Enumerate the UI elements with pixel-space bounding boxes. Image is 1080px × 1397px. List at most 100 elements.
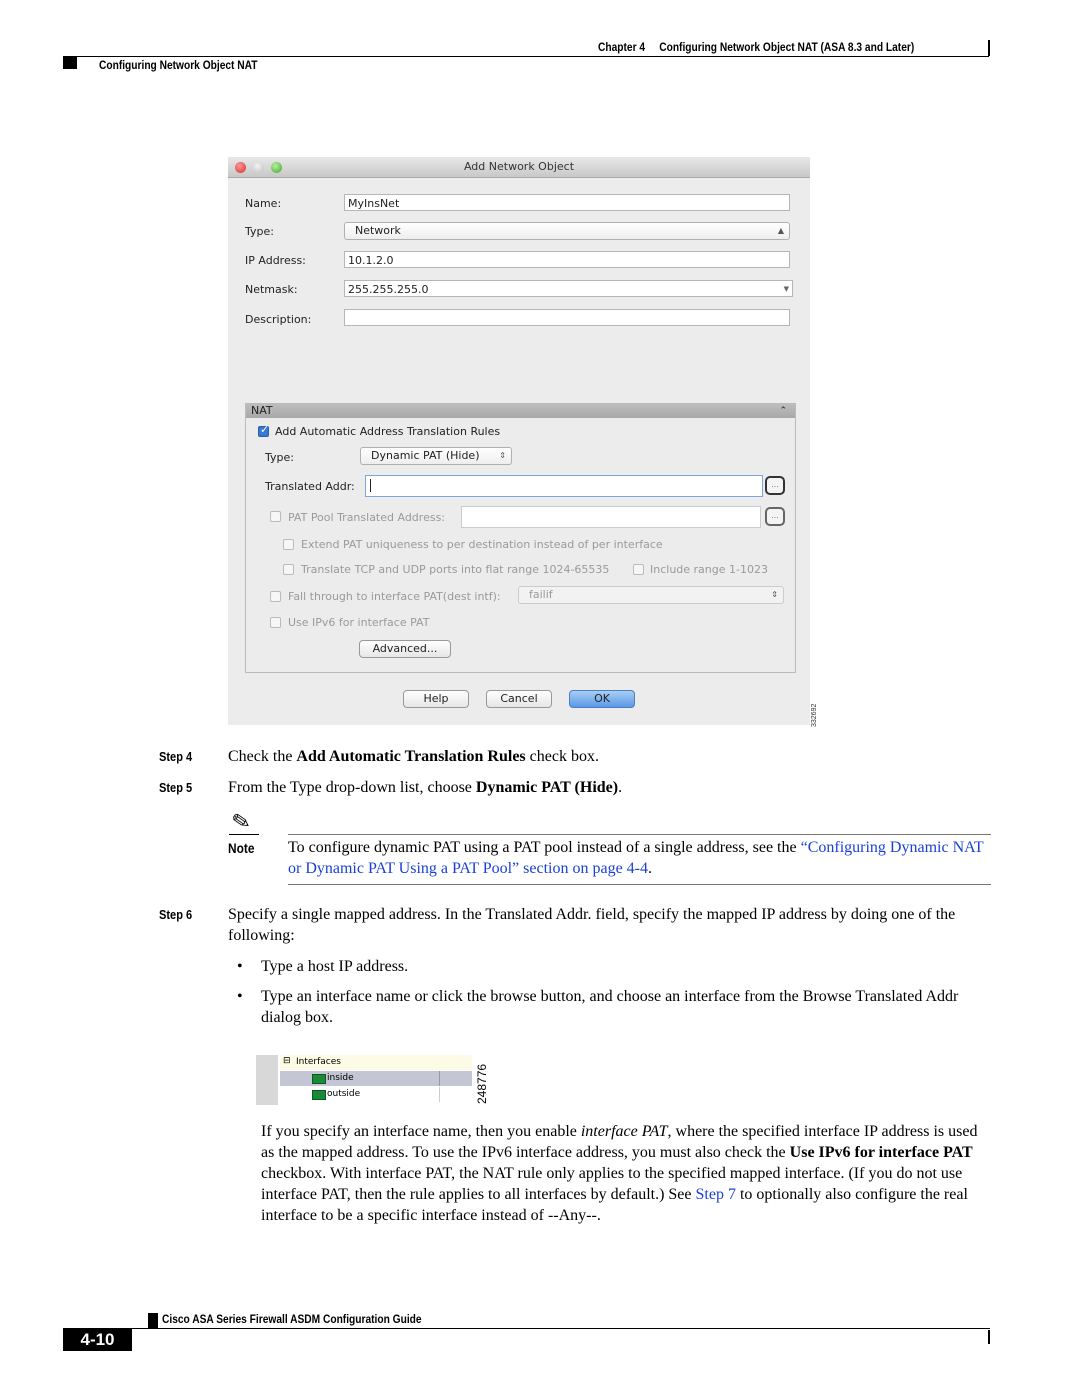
tree-item-label: outside — [327, 1089, 361, 1099]
note-top-rule — [288, 834, 991, 835]
updown-arrows-icon: ▲ — [777, 226, 784, 235]
translated-addr-input[interactable] — [365, 475, 763, 497]
step4-text: Check the Add Automatic Translation Rule… — [228, 746, 599, 767]
include-range-label: Include range 1-1023 — [650, 563, 768, 576]
fall-through-select[interactable]: failif ⇕ — [518, 586, 784, 604]
nat-panel-title: NAT — [251, 404, 273, 417]
column-divider — [439, 1087, 440, 1102]
flat-range-checkbox[interactable] — [283, 564, 294, 575]
pencil-icon: ✎ — [229, 807, 253, 836]
step5-text: From the Type drop-down list, choose Dyn… — [228, 777, 622, 798]
document-page: Chapter 4 Configuring Network Object NAT… — [0, 0, 1080, 1397]
note-text: To configure dynamic PAT using a PAT poo… — [288, 837, 988, 879]
step5-pre: From the Type drop-down list, choose — [228, 779, 476, 796]
para-italic: interface PAT — [580, 1123, 668, 1140]
add-network-object-dialog: Add Network Object Name: MyInsNet Type: … — [228, 157, 810, 725]
section-title: Configuring Network Object NAT — [99, 58, 258, 72]
step6-text: Specify a single mapped address. In the … — [228, 906, 956, 944]
description-input[interactable] — [344, 309, 790, 326]
ip-address-label: IP Address: — [245, 254, 306, 267]
translated-addr-label: Translated Addr: — [265, 480, 355, 493]
header-rule — [63, 56, 989, 57]
nat-panel: NAT ⌃ ✓ Add Automatic Address Translatio… — [245, 403, 796, 673]
collapse-icon[interactable]: ⌃ — [779, 404, 787, 418]
updown-arrows-icon: ⇕ — [771, 590, 778, 599]
step6-label: Step 6 — [159, 907, 193, 922]
type-label: Type: — [245, 225, 274, 238]
step4-bold: Add Automatic Translation Rules — [296, 748, 526, 765]
footer-block — [148, 1313, 158, 1328]
translated-addr-browse-button[interactable]: ... — [765, 476, 785, 495]
advanced-button[interactable]: Advanced... — [359, 640, 451, 658]
tree-item-inside[interactable]: inside — [280, 1071, 472, 1086]
text-cursor — [370, 479, 371, 492]
step7-link[interactable]: Step 7 — [696, 1186, 736, 1203]
nat-type-value: Dynamic PAT (Hide) — [371, 449, 480, 462]
tree-root-row[interactable]: ⊟ Interfaces — [280, 1055, 472, 1070]
auto-rules-checkbox[interactable]: ✓ — [258, 423, 270, 437]
nat-panel-header[interactable]: NAT ⌃ — [246, 404, 795, 418]
step5-label: Step 5 — [159, 780, 193, 795]
step5-bold: Dynamic PAT (Hide) — [475, 779, 619, 796]
note-bottom-rule — [288, 884, 991, 885]
para-bold: Use IPv6 for interface PAT — [789, 1144, 973, 1161]
cancel-button[interactable]: Cancel — [486, 690, 552, 708]
ip-address-input[interactable]: 10.1.2.0 — [344, 251, 790, 268]
header-bar — [988, 40, 990, 56]
interface-pat-paragraph: If you specify an interface name, then y… — [261, 1121, 991, 1226]
tree-item-outside[interactable]: outside — [280, 1087, 472, 1102]
para-text-1: If you specify an interface name, then y… — [261, 1123, 581, 1140]
note-body: To configure dynamic PAT using a PAT poo… — [288, 839, 801, 856]
tree-root-label: Interfaces — [296, 1057, 341, 1067]
interface-icon — [312, 1074, 326, 1084]
chapter-number: Chapter 4 — [598, 40, 646, 54]
header-block — [63, 57, 77, 69]
checkmark-icon: ✓ — [260, 423, 270, 436]
bullet-item: Type an interface name or click the brow… — [261, 988, 959, 1026]
chapter-header: Chapter 4 Configuring Network Object NAT… — [598, 40, 914, 54]
pat-pool-input[interactable] — [461, 506, 761, 528]
use-ipv6-label: Use IPv6 for interface PAT — [288, 616, 430, 629]
bullet-icon: • — [237, 958, 243, 975]
interfaces-tree: ⊟ Interfaces inside outside — [256, 1055, 472, 1105]
step4-pre: Check the — [228, 748, 297, 765]
dialog-titlebar: Add Network Object — [228, 157, 810, 178]
bullet-item: Type a host IP address. — [261, 958, 409, 975]
step4-label: Step 4 — [159, 749, 193, 764]
pat-pool-label: PAT Pool Translated Address: — [288, 511, 446, 524]
description-label: Description: — [245, 313, 312, 326]
nat-type-select[interactable]: Dynamic PAT (Hide) ⇕ — [360, 447, 512, 465]
auto-rules-label: Add Automatic Address Translation Rules — [275, 425, 501, 438]
type-select-value: Network — [355, 224, 401, 237]
name-input[interactable]: MyInsNet — [344, 194, 790, 211]
footer-bar — [988, 1330, 990, 1344]
footer-rule — [132, 1328, 990, 1329]
collapse-minus-icon[interactable]: ⊟ — [283, 1056, 291, 1066]
use-ipv6-checkbox[interactable] — [270, 617, 281, 628]
ok-button[interactable]: OK — [569, 690, 635, 708]
column-divider — [439, 1071, 440, 1086]
dropdown-arrow-icon[interactable]: ▼ — [784, 281, 789, 298]
pat-pool-browse-button[interactable]: ... — [765, 507, 785, 526]
netmask-combobox[interactable]: 255.255.255.0 ▼ — [344, 280, 793, 297]
interface-icon — [312, 1090, 326, 1100]
tree-item-label: inside — [327, 1073, 354, 1083]
updown-arrows-icon: ⇕ — [499, 451, 506, 460]
include-range-checkbox[interactable] — [633, 564, 644, 575]
netmask-label: Netmask: — [245, 283, 298, 296]
help-button[interactable]: Help — [403, 690, 469, 708]
fall-through-checkbox[interactable] — [270, 591, 281, 602]
note-icon-rule — [229, 834, 259, 835]
type-select[interactable]: Network ▲ — [344, 222, 790, 240]
step4-post: check box. — [525, 748, 599, 765]
figure-id: 332692 — [811, 703, 818, 727]
guide-title: Cisco ASA Series Firewall ASDM Configura… — [162, 1312, 422, 1326]
step5-post: . — [618, 779, 623, 796]
pat-pool-checkbox[interactable] — [270, 511, 281, 522]
extend-pat-label: Extend PAT uniqueness to per destination… — [301, 538, 663, 551]
bullet-icon: • — [237, 988, 243, 1005]
note-post: . — [648, 860, 652, 877]
extend-pat-checkbox[interactable] — [283, 539, 294, 550]
tree-gutter — [256, 1055, 278, 1105]
note-label: Note — [228, 840, 255, 856]
